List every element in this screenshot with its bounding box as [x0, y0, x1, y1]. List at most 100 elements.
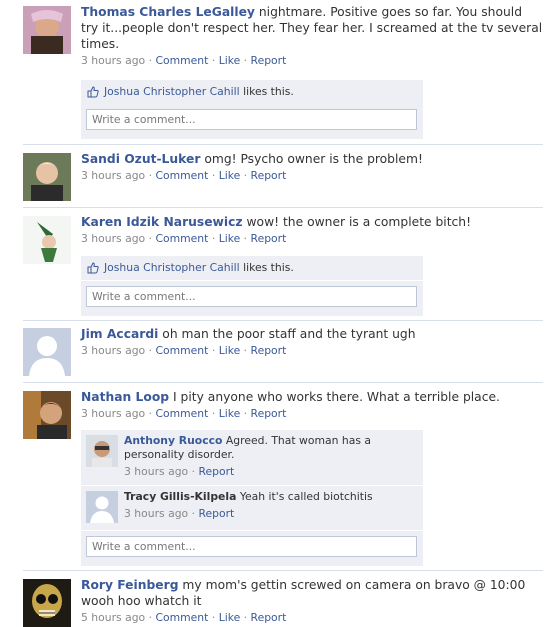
like-link[interactable]: Like — [219, 344, 241, 357]
post-body: Karen Idzik Narusewicz wow! the owner is… — [81, 214, 543, 246]
report-link[interactable]: Report — [251, 54, 287, 67]
comment-box: Write a comment... — [81, 531, 423, 566]
author-name[interactable]: Thomas Charles LeGalley — [81, 5, 255, 19]
comment-input[interactable]: Write a comment... — [86, 536, 417, 557]
liker-name[interactable]: Joshua Christopher Cahill — [104, 85, 240, 98]
author-name[interactable]: Sandi Ozut-Luker — [81, 152, 200, 166]
thumbs-up-icon — [87, 86, 99, 98]
report-link[interactable]: Report — [251, 407, 287, 420]
timestamp: 3 hours ago — [81, 407, 146, 420]
separator: · — [191, 507, 196, 520]
report-link[interactable]: Report — [251, 344, 287, 357]
separator: · — [211, 344, 216, 357]
reply-body: Tracy Gillis-Kilpela Yeah it's called bi… — [124, 490, 414, 521]
avatar[interactable] — [23, 6, 71, 54]
reply-meta: 3 hours ago · Report — [124, 465, 414, 479]
separator: · — [211, 407, 216, 420]
separator: · — [148, 169, 153, 182]
report-link[interactable]: Report — [198, 465, 234, 478]
report-link[interactable]: Report — [251, 611, 287, 624]
separator: · — [148, 407, 153, 420]
thumbs-up-icon — [87, 262, 99, 274]
avatar[interactable] — [23, 216, 71, 264]
timestamp: 3 hours ago — [124, 465, 189, 478]
separator: · — [243, 344, 248, 357]
avatar[interactable] — [23, 328, 71, 376]
reply-meta: 3 hours ago · Report — [124, 507, 414, 521]
separator: · — [191, 465, 196, 478]
avatar[interactable] — [23, 391, 71, 439]
liker-name[interactable]: Joshua Christopher Cahill — [104, 261, 240, 274]
comment-link[interactable]: Comment — [155, 407, 208, 420]
post-meta: 3 hours ago · Comment · Like · Report — [81, 53, 543, 68]
post-body: Thomas Charles LeGalley nightmare. Posit… — [81, 4, 543, 68]
post-meta: 3 hours ago · Comment · Like · Report — [81, 406, 543, 421]
comment-link[interactable]: Comment — [155, 344, 208, 357]
timestamp: 3 hours ago — [81, 232, 146, 245]
comment-box: Write a comment... — [81, 281, 423, 316]
comment-link[interactable]: Comment — [155, 169, 208, 182]
reply-avatar[interactable] — [86, 491, 118, 523]
like-link[interactable]: Like — [219, 407, 241, 420]
post-meta: 5 hours ago · Comment · Like · Report — [81, 610, 543, 625]
post-body: Nathan Loop I pity anyone who works ther… — [81, 389, 543, 421]
separator: · — [211, 611, 216, 624]
author-name[interactable]: Karen Idzik Narusewicz — [81, 215, 243, 229]
reply-avatar[interactable] — [86, 435, 118, 467]
comment-input[interactable]: Write a comment... — [86, 286, 417, 307]
comment-input[interactable]: Write a comment... — [86, 109, 417, 130]
divider — [23, 320, 543, 321]
reply: Anthony Ruocco Agreed. That woman has a … — [81, 430, 423, 485]
author-name[interactable]: Nathan Loop — [81, 390, 169, 404]
likes-bar: Joshua Christopher Cahill likes this. — [81, 80, 423, 104]
comment-link[interactable]: Comment — [155, 611, 208, 624]
reply-text: Yeah it's called biotchitis — [239, 490, 373, 503]
author-name[interactable]: Jim Accardi — [81, 327, 158, 341]
post-body: Sandi Ozut-Luker omg! Psycho owner is th… — [81, 151, 543, 183]
report-link[interactable]: Report — [198, 507, 234, 520]
divider — [23, 144, 543, 145]
likes-label: likes this. — [243, 261, 294, 274]
post-text: wow! the owner is a complete bitch! — [246, 215, 472, 229]
separator: · — [148, 232, 153, 245]
timestamp: 3 hours ago — [81, 54, 146, 67]
reply-body: Anthony Ruocco Agreed. That woman has a … — [124, 434, 414, 479]
comment-link[interactable]: Comment — [155, 232, 208, 245]
like-link[interactable]: Like — [219, 611, 241, 624]
author-name[interactable]: Tracy Gillis-Kilpela — [124, 490, 236, 503]
post-text: oh man the poor staff and the tyrant ugh — [162, 327, 416, 341]
timestamp: 3 hours ago — [81, 344, 146, 357]
post-text: omg! Psycho owner is the problem! — [204, 152, 423, 166]
separator: · — [148, 611, 153, 624]
report-link[interactable]: Report — [251, 169, 287, 182]
post-meta: 3 hours ago · Comment · Like · Report — [81, 231, 543, 246]
comment-link[interactable]: Comment — [155, 54, 208, 67]
likes-label: likes this. — [243, 85, 294, 98]
author-name[interactable]: Anthony Ruocco — [124, 434, 222, 447]
separator: · — [243, 169, 248, 182]
like-link[interactable]: Like — [219, 54, 241, 67]
separator: · — [243, 54, 248, 67]
comment-box: Write a comment... — [81, 104, 423, 139]
like-link[interactable]: Like — [219, 169, 241, 182]
avatar[interactable] — [23, 153, 71, 201]
separator: · — [148, 54, 153, 67]
author-name[interactable]: Rory Feinberg — [81, 578, 179, 592]
timestamp: 3 hours ago — [81, 169, 146, 182]
divider — [23, 570, 543, 571]
timestamp: 5 hours ago — [81, 611, 146, 624]
separator: · — [243, 407, 248, 420]
reply: Tracy Gillis-Kilpela Yeah it's called bi… — [81, 486, 423, 530]
separator: · — [211, 169, 216, 182]
report-link[interactable]: Report — [251, 232, 287, 245]
separator: · — [148, 344, 153, 357]
separator: · — [243, 611, 248, 624]
post-meta: 3 hours ago · Comment · Like · Report — [81, 343, 543, 358]
avatar[interactable] — [23, 579, 71, 627]
separator: · — [243, 232, 248, 245]
timestamp: 3 hours ago — [124, 507, 189, 520]
divider — [23, 382, 543, 383]
like-link[interactable]: Like — [219, 232, 241, 245]
divider — [23, 207, 543, 208]
separator: · — [211, 54, 216, 67]
